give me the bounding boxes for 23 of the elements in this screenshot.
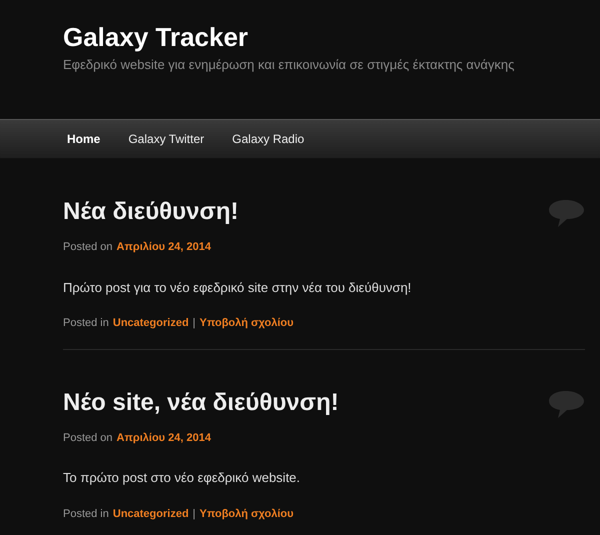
posted-on-label: Posted on: [63, 240, 113, 255]
category-link[interactable]: Uncategorized: [112, 506, 189, 522]
nav-link[interactable]: Home: [67, 130, 100, 148]
post-title[interactable]: Νέα διεύθυνση!: [63, 197, 239, 227]
posted-on-label: Posted on: [63, 430, 113, 446]
post-date-link[interactable]: Απριλίου 24, 2014: [116, 239, 211, 256]
posted-in-label: Posted in: [63, 506, 109, 522]
site-tagline: Εφεδρικό website για ενημέρωση και επικοινωνία σε στιγμές έκτακτης ανάγκης: [63, 56, 516, 74]
separator: |: [192, 316, 196, 331]
comment-bubble-icon[interactable]: [548, 199, 585, 228]
post-body: Το πρώτο post στο νέο εφεδρικό website.: [63, 469, 302, 487]
post-title[interactable]: Νέο site, νέα διεύθυνση!: [63, 388, 339, 418]
posted-in-label: Posted in: [63, 316, 109, 331]
comment-link[interactable]: Υποβολή σχολίου: [200, 506, 294, 522]
post-body: Πρώτο post για το νέο εφεδρικό site στην νέα του διεύθυνση!: [63, 278, 412, 297]
nav-link[interactable]: Galaxy Twitter: [128, 130, 204, 148]
post-date-link[interactable]: Απριλίου 24, 2014: [116, 430, 211, 446]
category-link[interactable]: Uncategorized: [112, 315, 189, 332]
comment-bubble-icon[interactable]: [548, 390, 585, 418]
comment-link[interactable]: Υποβολή σχολίου: [200, 315, 294, 332]
nav-link[interactable]: Galaxy Radio: [232, 130, 304, 148]
site-name[interactable]: Galaxy Tracker: [63, 20, 248, 54]
separator: |: [192, 506, 196, 522]
